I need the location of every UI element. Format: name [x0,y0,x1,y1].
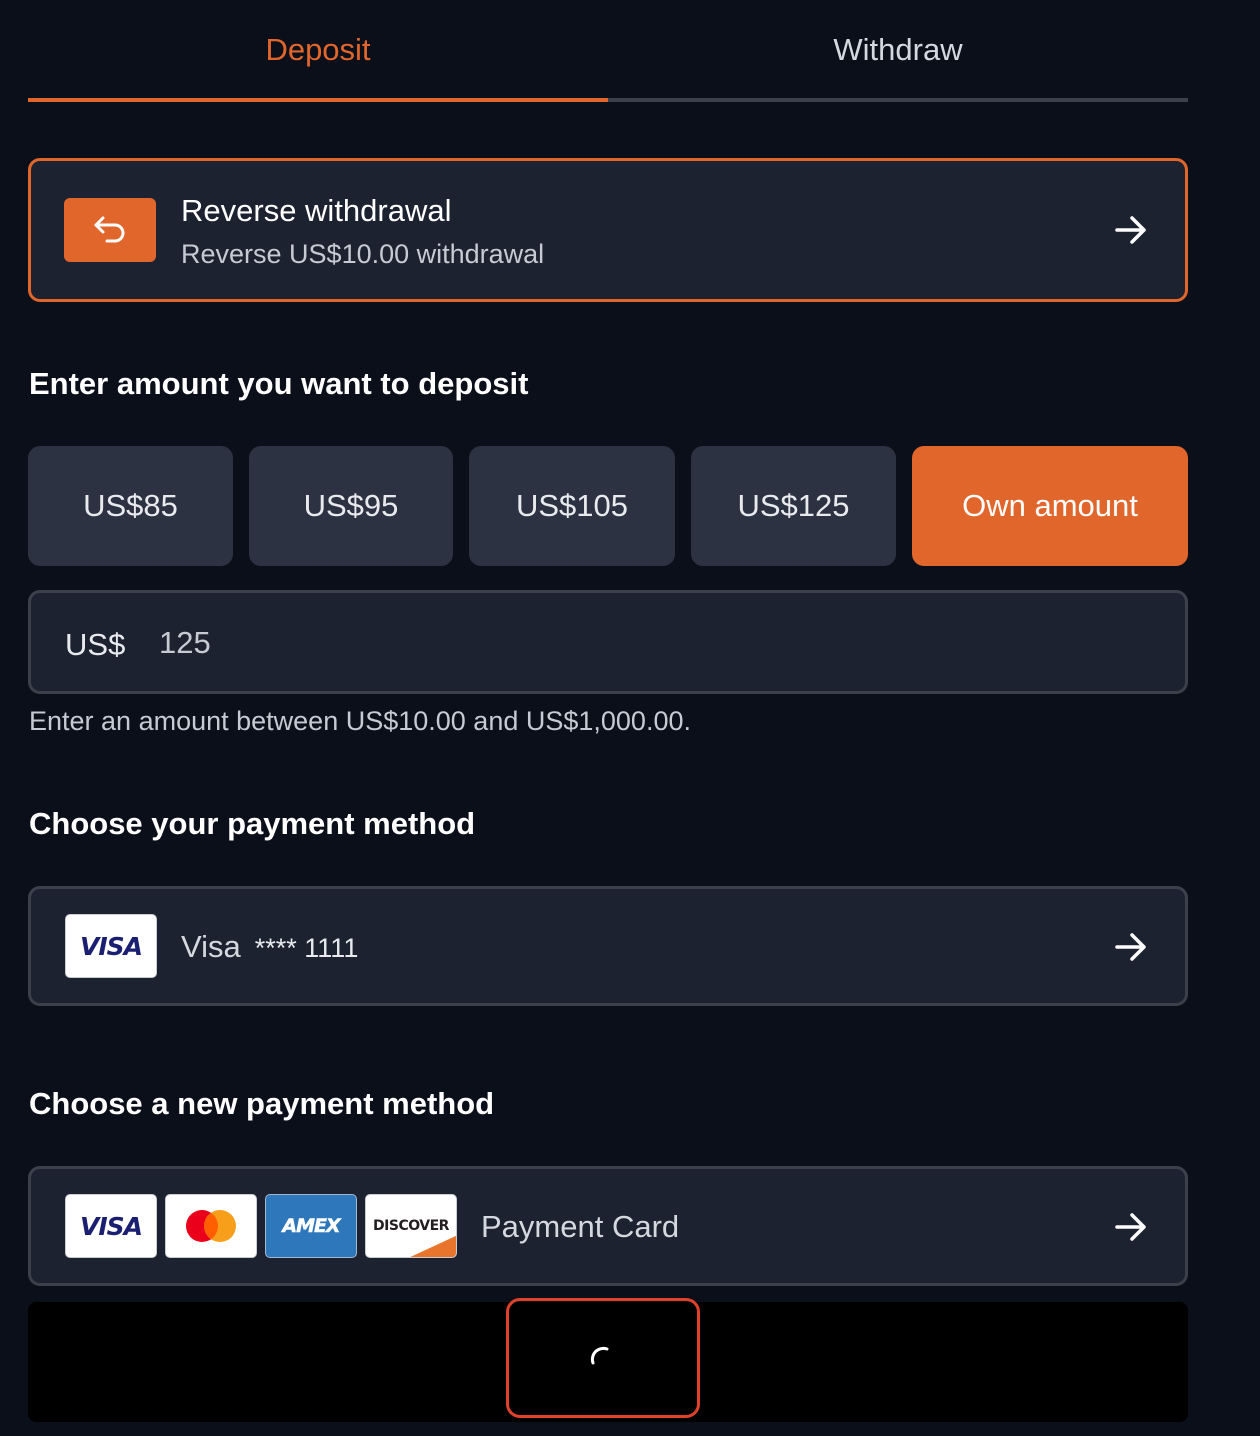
new-payment-method-heading: Choose a new payment method [29,1086,495,1121]
visa-logo-text: VISA [79,1211,143,1241]
payment-card-option[interactable]: VISA AMEX DISCOVER Payment Card [28,1166,1188,1286]
amount-hint: Enter an amount between US$10.00 and US$… [29,706,691,736]
reverse-icon-box [64,198,156,262]
arrow-right-icon [1115,933,1146,961]
amount-option-95[interactable]: US$95 [249,446,453,566]
tab-bar: Deposit Withdraw [28,0,1188,102]
payment-method-heading: Choose your payment method [29,806,476,841]
saved-card-brand: Visa [181,929,241,964]
undo-arrow-icon [94,216,125,243]
loading-spinner-icon [590,1346,609,1365]
saved-card-label: Visa **** 1111 [181,929,358,965]
mastercard-circles-icon [186,1210,236,1242]
reverse-withdrawal-card[interactable]: Reverse withdrawal Reverse US$10.00 with… [28,158,1188,302]
own-amount-button[interactable]: Own amount [912,446,1188,566]
amount-option-125[interactable]: US$125 [691,446,896,566]
visa-logo-text: VISA [79,931,143,961]
amount-option-105[interactable]: US$105 [469,446,675,566]
tab-deposit[interactable]: Deposit [28,0,608,102]
reverse-title: Reverse withdrawal [181,193,452,228]
arrow-right-icon [1115,1213,1146,1241]
tab-deposit-underline [28,98,608,102]
deposit-amount-heading: Enter amount you want to deposit [29,366,529,401]
currency-prefix: US$ [65,627,126,662]
discover-logo: DISCOVER [365,1194,457,1258]
reverse-subtitle: Reverse US$10.00 withdrawal [181,239,545,269]
bottom-action-bar [28,1298,1188,1422]
discover-logo-text: DISCOVER [373,1218,449,1234]
arrow-right-icon [1115,216,1146,244]
payment-card-label: Payment Card [481,1209,680,1244]
tab-withdraw-underline [608,98,1188,102]
mastercard-logo [165,1194,257,1258]
amount-option-85[interactable]: US$85 [28,446,233,566]
deposit-page: Deposit Withdraw Reverse withdrawal Reve… [0,0,1260,1436]
visa-logo: VISA [65,914,157,978]
amount-input[interactable] [159,615,759,671]
amount-input-box[interactable]: US$ [28,590,1188,694]
saved-card-number: **** 1111 [254,933,359,963]
saved-visa-card[interactable]: VISA Visa **** 1111 [28,886,1188,1006]
visa-logo: VISA [65,1194,157,1258]
tab-withdraw-label: Withdraw [833,32,963,67]
tab-withdraw[interactable]: Withdraw [608,0,1188,102]
amex-logo-text: AMEX [282,1215,341,1238]
amex-logo: AMEX [265,1194,357,1258]
loading-button[interactable] [506,1298,700,1418]
tab-deposit-label: Deposit [265,32,371,67]
